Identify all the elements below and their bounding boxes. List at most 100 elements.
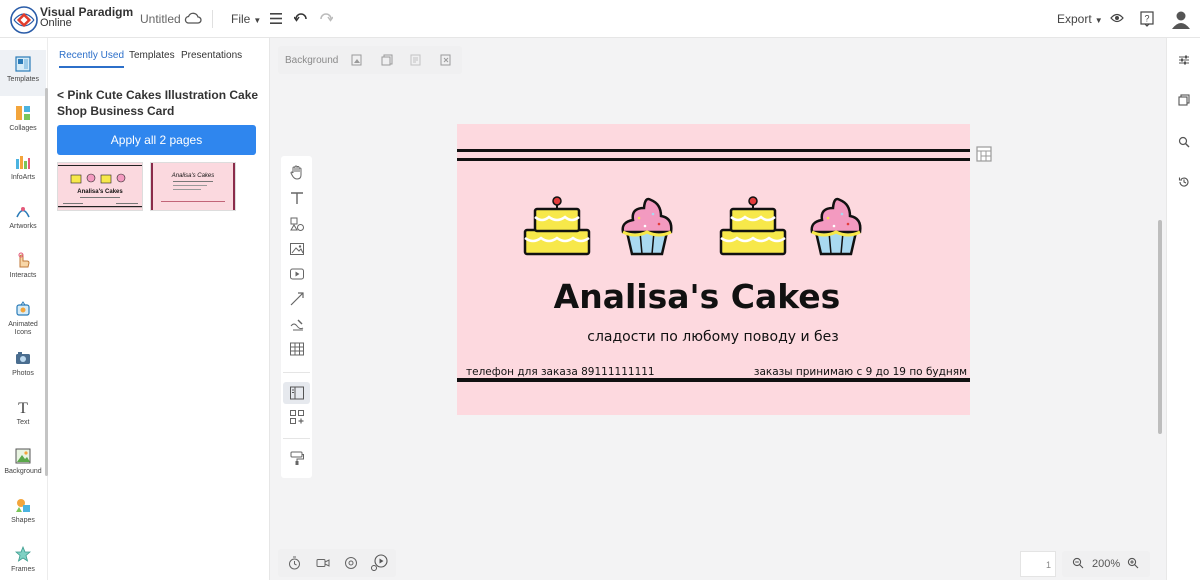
audio-record-icon[interactable]: [344, 556, 358, 570]
copy-page-icon[interactable]: [410, 54, 422, 66]
rail-item-label: Interacts: [9, 272, 37, 279]
cloud-save-icon[interactable]: [184, 11, 202, 25]
photos-icon: [16, 352, 30, 364]
shapes-tool-icon[interactable]: [289, 216, 305, 232]
document-title[interactable]: Untitled: [140, 12, 181, 26]
timer-icon[interactable]: [288, 556, 301, 570]
video-record-icon[interactable]: [316, 556, 330, 570]
business-card-canvas[interactable]: Analisa's Cakes сладости по любому повод…: [457, 124, 970, 415]
video-tool-icon[interactable]: [289, 266, 305, 282]
delete-page-icon[interactable]: [440, 54, 452, 66]
cupcake-illustration-2[interactable]: [810, 197, 862, 256]
template-page-thumbnail-2[interactable]: Analisa's Cakes: [150, 162, 236, 211]
layer-cake-illustration-1[interactable]: [523, 196, 591, 256]
file-menu[interactable]: File ▼: [231, 12, 261, 26]
business-card-artwork: Analisa's Cakes сладости по любому повод…: [457, 149, 970, 382]
zoom-in-icon[interactable]: [1127, 557, 1139, 569]
template-page-thumbnail-1[interactable]: Analisa's Cakes: [57, 162, 143, 211]
page-number-box[interactable]: 1: [1020, 551, 1056, 577]
rail-item-text[interactable]: T Text: [0, 393, 46, 439]
present-play-icon[interactable]: [370, 554, 388, 572]
thumbnail-2-title: Analisa's Cakes: [171, 173, 215, 179]
thumbnail-1-title: Analisa's Cakes: [77, 189, 123, 195]
rail-item-photos[interactable]: Photos: [0, 344, 46, 390]
hand-pan-icon[interactable]: [289, 164, 305, 180]
add-widget-icon[interactable]: [289, 409, 305, 425]
rail-item-label: Background: [4, 468, 42, 475]
tool-separator: [283, 372, 310, 373]
rail-item-infoarts[interactable]: InfoArts: [0, 148, 46, 194]
undo-icon[interactable]: [294, 12, 308, 24]
rail-item-label: Photos: [12, 370, 34, 377]
template-back-link[interactable]: < Pink Cute Cakes Illustration Cake Shop…: [57, 87, 265, 119]
connector-arrow-icon[interactable]: [289, 291, 305, 307]
format-painter-icon[interactable]: [289, 450, 305, 466]
layer-cake-illustration-2[interactable]: [719, 196, 787, 256]
redo-icon[interactable]: [319, 12, 333, 24]
page-setup-icon[interactable]: [351, 54, 363, 66]
frames-icon: [15, 546, 31, 562]
rail-item-label: Templates: [7, 76, 39, 83]
brand-name: Visual Paradigm Online: [40, 6, 133, 29]
rail-item-animated-icons[interactable]: Animated Icons: [0, 295, 46, 345]
hamburger-icon[interactable]: [270, 13, 282, 24]
pages-icon[interactable]: [1178, 94, 1190, 106]
preview-eye-icon[interactable]: [1110, 12, 1124, 24]
thumbnail-2-preview: Analisa's Cakes: [151, 163, 235, 210]
artworks-icon: [16, 207, 30, 218]
zoom-level: 200%: [1092, 558, 1121, 570]
rail-item-label: Artworks: [9, 223, 37, 230]
duplicate-page-icon[interactable]: [381, 54, 393, 66]
rail-item-background[interactable]: Background: [0, 442, 46, 488]
tab-recently-used[interactable]: Recently Used: [59, 50, 125, 68]
canvas-vertical-scrollbar[interactable]: [1158, 220, 1162, 434]
bottom-rule: [457, 378, 970, 382]
table-tool-icon[interactable]: [289, 341, 305, 357]
rail-item-artworks[interactable]: Artworks: [0, 197, 46, 243]
search-icon[interactable]: [1178, 136, 1190, 148]
background-icon: [15, 448, 31, 464]
card-title[interactable]: Analisa's Cakes: [554, 277, 841, 316]
freehand-draw-icon[interactable]: [289, 316, 305, 332]
apply-all-pages-button[interactable]: Apply all 2 pages: [57, 125, 256, 155]
export-menu[interactable]: Export ▼: [1057, 12, 1103, 26]
tool-column: [281, 156, 312, 478]
user-avatar-icon[interactable]: [1170, 8, 1192, 30]
layout-panel-button[interactable]: [283, 382, 310, 404]
background-button[interactable]: Background: [285, 55, 338, 66]
infoarts-icon: [16, 156, 30, 169]
templates-icon: [15, 56, 31, 72]
tab-presentations[interactable]: Presentations: [181, 50, 242, 61]
help-icon[interactable]: ?: [1140, 11, 1154, 27]
card-hours-text[interactable]: заказы принимаю с 9 до 19 по будням: [754, 366, 967, 378]
playback-toolbar: [278, 549, 396, 577]
zoom-out-icon[interactable]: [1072, 557, 1084, 569]
image-tool-icon[interactable]: [289, 241, 305, 257]
visual-paradigm-logo[interactable]: [10, 6, 38, 34]
card-subtitle[interactable]: сладости по любому поводу и без: [587, 329, 838, 345]
rail-item-frames[interactable]: Frames: [0, 540, 46, 580]
card-phone-text[interactable]: телефон для заказа 89111111111: [466, 366, 655, 378]
cupcake-illustration-1[interactable]: [621, 197, 673, 256]
thumbnail-1-preview: Analisa's Cakes: [58, 165, 142, 208]
top-bar: Visual Paradigm Online Untitled File ▼ Ex…: [0, 0, 1200, 38]
rail-item-label: Animated Icons: [8, 321, 38, 336]
page-layout-icon[interactable]: [976, 146, 992, 162]
animated-icons-icon: [16, 301, 30, 316]
zoom-control: 200%: [1062, 551, 1150, 577]
chevron-down-icon: ▼: [1094, 16, 1103, 25]
templates-panel: Recently Used Templates Presentations < …: [48, 38, 270, 580]
properties-sliders-icon[interactable]: [1178, 54, 1190, 66]
history-icon[interactable]: [1178, 176, 1190, 188]
rail-item-shapes[interactable]: Shapes: [0, 491, 46, 537]
chevron-down-icon: ▼: [253, 16, 262, 25]
rail-item-collages[interactable]: Collages: [0, 99, 46, 145]
file-menu-label: File: [231, 12, 251, 26]
rail-item-interacts[interactable]: Interacts: [0, 246, 46, 292]
svg-text:?: ?: [1144, 14, 1149, 24]
brand-line2: Online: [40, 17, 72, 29]
tab-templates[interactable]: Templates: [129, 50, 175, 61]
shapes-icon: [16, 499, 30, 512]
text-tool-icon[interactable]: [289, 190, 305, 206]
rail-item-templates[interactable]: Templates: [0, 50, 46, 96]
